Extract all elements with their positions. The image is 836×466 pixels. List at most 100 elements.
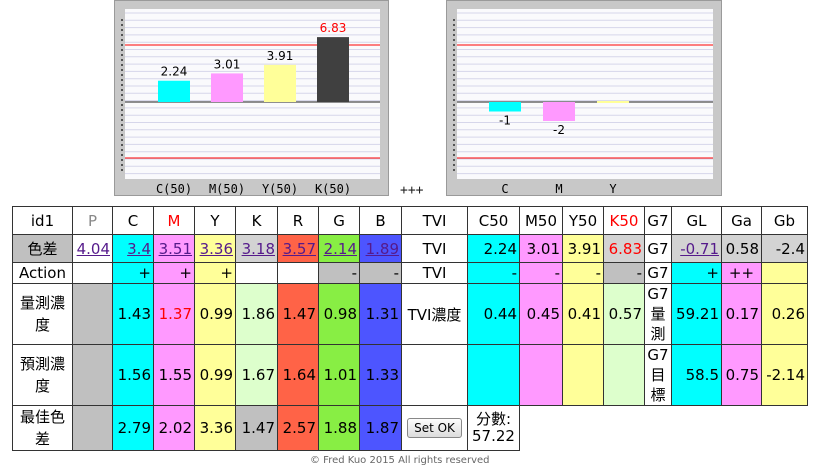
action-y: +	[194, 262, 236, 284]
measured-y: 0.99	[194, 283, 236, 345]
delta-b-link[interactable]: 1.89	[359, 234, 402, 263]
best-b: 1.87	[359, 405, 402, 451]
delta-g-value[interactable]: 2.14	[324, 240, 357, 258]
predicted-b: 1.33	[359, 344, 402, 406]
bar-m50	[211, 73, 243, 102]
measured-ga: 0.17	[721, 283, 762, 345]
measured-c50: 0.44	[467, 283, 520, 345]
set-ok-cell: Set OK	[401, 405, 468, 451]
header-c: C	[112, 206, 154, 235]
measured-k: 1.86	[235, 283, 278, 345]
bar-k50	[317, 37, 349, 102]
delta-c-link[interactable]: 3.4	[112, 234, 154, 263]
best-m: 2.02	[153, 405, 195, 451]
category-label: K(50)	[315, 182, 351, 196]
action-m50: -	[519, 262, 563, 284]
best-k: 1.47	[235, 405, 278, 451]
delta-y-value[interactable]: 3.36	[200, 240, 233, 258]
delta-k-value[interactable]: 3.18	[242, 240, 275, 258]
predicted-y: 0.99	[194, 344, 236, 406]
delta-m-link[interactable]: 3.51	[153, 234, 195, 263]
predicted-g7-label: G7目標	[644, 344, 672, 406]
predicted-gb: -2.14	[761, 344, 808, 406]
predicted-gl: 58.5	[671, 344, 722, 406]
best-g: 1.88	[318, 405, 360, 451]
header-g7: G7	[644, 206, 672, 235]
delta-gb-value: -2.4	[761, 234, 808, 263]
category-label: Y	[609, 182, 617, 196]
action-g: -	[318, 262, 360, 284]
predicted-k50	[603, 344, 645, 406]
predicted-tvi-label	[401, 344, 468, 406]
action-label: Action	[12, 262, 73, 284]
predicted-g: 1.01	[318, 344, 360, 406]
predicted-p	[72, 344, 113, 406]
delta-r-value[interactable]: 3.57	[283, 240, 316, 258]
header-m: M	[153, 206, 195, 235]
delta-g-link[interactable]: 2.14	[318, 234, 360, 263]
best-row-empty	[520, 406, 808, 451]
predicted-c50	[467, 344, 520, 406]
measured-m: 1.37	[153, 283, 195, 345]
delta-ga-value: 0.58	[721, 234, 762, 263]
header-p: P	[72, 206, 113, 235]
score-label: 分數:	[475, 410, 512, 428]
header-k: K	[235, 206, 278, 235]
delta-gl-link[interactable]: -0.71	[671, 234, 722, 263]
predicted-ga: 0.75	[721, 344, 762, 406]
bar-y50	[264, 64, 296, 102]
header-k50: K50	[603, 206, 645, 235]
best-r: 2.57	[277, 405, 319, 451]
delta-k-link[interactable]: 3.18	[235, 234, 278, 263]
header-g: G	[318, 206, 360, 235]
delta-y-link[interactable]: 3.36	[194, 234, 236, 263]
data-label: 2.24	[161, 65, 188, 79]
action-gb	[761, 262, 808, 284]
delta-r-link[interactable]: 3.57	[277, 234, 319, 263]
delta-tvi-label: TVI	[401, 234, 468, 263]
predicted-m: 1.55	[153, 344, 195, 406]
action-m: +	[153, 262, 195, 284]
data-label: -1	[499, 114, 511, 128]
print-quality-table: id1 P C M Y K R G B TVI C50 M50 Y50 K50 …	[12, 206, 808, 451]
predicted-c: 1.56	[112, 344, 154, 406]
action-g7-label: G7	[644, 262, 672, 284]
delta-g7-label: G7	[644, 234, 672, 263]
category-label: M	[555, 182, 562, 196]
delta-gl-value[interactable]: -0.71	[680, 240, 719, 258]
action-b: -	[359, 262, 402, 284]
score-cell: 分數: 57.22	[467, 405, 520, 451]
delta-b-value[interactable]: 1.89	[366, 240, 399, 258]
action-tvi-label: TVI	[401, 262, 468, 284]
measured-r: 1.47	[277, 283, 319, 345]
action-gl: +	[671, 262, 722, 284]
measured-g7-label: G7量測	[644, 283, 672, 345]
action-c50: -	[467, 262, 520, 284]
action-k50: -	[603, 262, 645, 284]
header-r: R	[277, 206, 319, 235]
delta-p-value[interactable]: 4.04	[77, 240, 110, 258]
action-p	[72, 262, 113, 284]
measured-m50: 0.45	[519, 283, 563, 345]
delta-c50-value: 2.24	[467, 234, 520, 263]
bar-y	[597, 101, 629, 103]
delta-c-value[interactable]: 3.4	[127, 240, 151, 258]
bar-c	[489, 102, 521, 112]
category-label: M(50)	[209, 182, 245, 196]
header-row: id1 P C M Y K R G B TVI C50 M50 Y50 K50 …	[12, 206, 808, 235]
delta-m-value[interactable]: 3.51	[159, 240, 192, 258]
delta-label: 色差	[12, 234, 73, 263]
delta-k50-value: 6.83	[603, 234, 645, 263]
best-p	[72, 405, 113, 451]
action-c: +	[112, 262, 154, 284]
header-c50: C50	[467, 206, 520, 235]
measured-gl: 59.21	[671, 283, 722, 345]
delta-m50-value: 3.01	[519, 234, 563, 263]
gray-balance-bar-chart: -1 C -2 M Y	[453, 9, 713, 196]
best-label: 最佳色差	[12, 405, 73, 451]
tvi-chart-panel: 2.24 C(50) 3.01 M(50) 3.91 Y(50) 6.83 K(50)	[114, 0, 389, 196]
header-b: B	[359, 206, 402, 235]
set-ok-button[interactable]: Set OK	[407, 418, 462, 438]
action-row: Action + + + - - TVI - - - - G7 + ++	[12, 262, 808, 284]
delta-p-link[interactable]: 4.04	[72, 234, 113, 263]
